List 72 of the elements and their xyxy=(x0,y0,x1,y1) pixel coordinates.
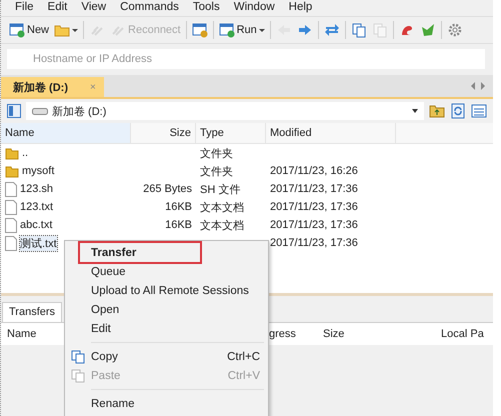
file-name[interactable]: mysoft xyxy=(22,165,54,177)
folder-up-icon[interactable] xyxy=(429,103,445,119)
file-name[interactable]: .. xyxy=(22,147,28,159)
file-modified: 2017/11/23, 16:26 xyxy=(270,165,358,177)
menu-item[interactable]: Rename xyxy=(65,394,264,413)
menu-item[interactable]: Queue xyxy=(65,262,264,281)
file-type: 文件夹 xyxy=(200,164,233,178)
column-header[interactable]: Local Pa xyxy=(441,328,484,340)
file-name[interactable]: 123.sh xyxy=(20,183,54,195)
column-header[interactable]: Type xyxy=(196,123,266,143)
column-header[interactable]: Size xyxy=(131,123,196,143)
settings-icon xyxy=(446,22,463,38)
file-type: 文本文档 xyxy=(200,200,244,214)
window-icon xyxy=(192,22,208,38)
menu-item[interactable]: File xyxy=(15,1,34,13)
toolbar-button[interactable]: New xyxy=(7,20,52,40)
file-icon xyxy=(5,236,17,250)
path-field[interactable]: 新加卷 (D:) xyxy=(26,102,424,120)
column-header[interactable]: gress xyxy=(269,328,296,340)
file-name[interactable]: 123.txt xyxy=(20,201,54,213)
host-field[interactable]: Hostname or IP Address xyxy=(7,49,485,69)
menu-item[interactable]: View xyxy=(81,1,106,13)
menu-item[interactable]: Copy Ctrl+C xyxy=(65,347,264,366)
tab-scroll-icon[interactable] xyxy=(471,82,485,90)
column-header[interactable]: Modified xyxy=(266,123,396,143)
copy-icon xyxy=(372,22,388,38)
menu-item[interactable]: Edit xyxy=(48,1,68,13)
caret-icon xyxy=(258,28,265,32)
file-size: 265 Bytes xyxy=(143,183,192,195)
menu-item[interactable]: Tools xyxy=(192,1,220,13)
list-view-icon[interactable] xyxy=(471,103,487,119)
forward-arrow-icon xyxy=(296,22,313,38)
menu-item[interactable]: Commands xyxy=(120,1,179,13)
file-icon xyxy=(5,218,17,232)
file-type: SH 文件 xyxy=(200,182,240,196)
file-size: 16KB xyxy=(165,219,192,231)
drive-icon xyxy=(32,107,48,115)
menu-item[interactable]: Upload to All Remote Sessions xyxy=(65,281,264,300)
file-type: 文件夹 xyxy=(200,146,233,160)
file-modified: 2017/11/23, 17:36 xyxy=(270,183,358,195)
panel-icon[interactable] xyxy=(7,104,21,118)
column-header[interactable]: Name xyxy=(1,123,131,143)
file-icon xyxy=(5,200,17,214)
file-size: 16KB xyxy=(165,201,192,213)
run-icon xyxy=(218,22,235,38)
tab[interactable]: Transfers xyxy=(2,302,62,322)
file-modified: 2017/11/23, 17:36 xyxy=(270,201,358,213)
tab[interactable]: 新加卷 (D:) × xyxy=(1,77,104,97)
copy-icon xyxy=(350,22,367,38)
column-header[interactable]: Name xyxy=(7,328,36,340)
file-type: 文本文档 xyxy=(200,218,244,232)
menu-item[interactable]: Transfer xyxy=(80,243,200,262)
file-modified: 2017/11/23, 17:36 xyxy=(270,237,358,249)
file-name[interactable]: abc.txt xyxy=(20,219,52,231)
file-name[interactable]: 测试.txt xyxy=(20,236,57,250)
folder-icon xyxy=(5,146,19,160)
toolbar-button[interactable]: Run xyxy=(216,20,267,40)
caret-icon xyxy=(72,28,78,32)
sync-icon xyxy=(324,22,340,38)
new-window-icon xyxy=(9,22,25,38)
copy-icon xyxy=(71,350,85,364)
file-icon xyxy=(5,182,17,196)
menu-item[interactable]: Help xyxy=(288,1,312,13)
copy-icon xyxy=(71,368,85,382)
menu-item[interactable]: Open xyxy=(65,300,264,319)
menu-item[interactable]: Edit xyxy=(65,319,264,338)
menu-item[interactable]: Window xyxy=(234,1,275,13)
column-header[interactable]: Size xyxy=(323,328,344,340)
refresh-icon[interactable] xyxy=(450,103,466,119)
check-icon xyxy=(420,22,436,38)
file-modified: 2017/11/23, 17:36 xyxy=(270,219,358,231)
folder-icon xyxy=(5,164,19,178)
